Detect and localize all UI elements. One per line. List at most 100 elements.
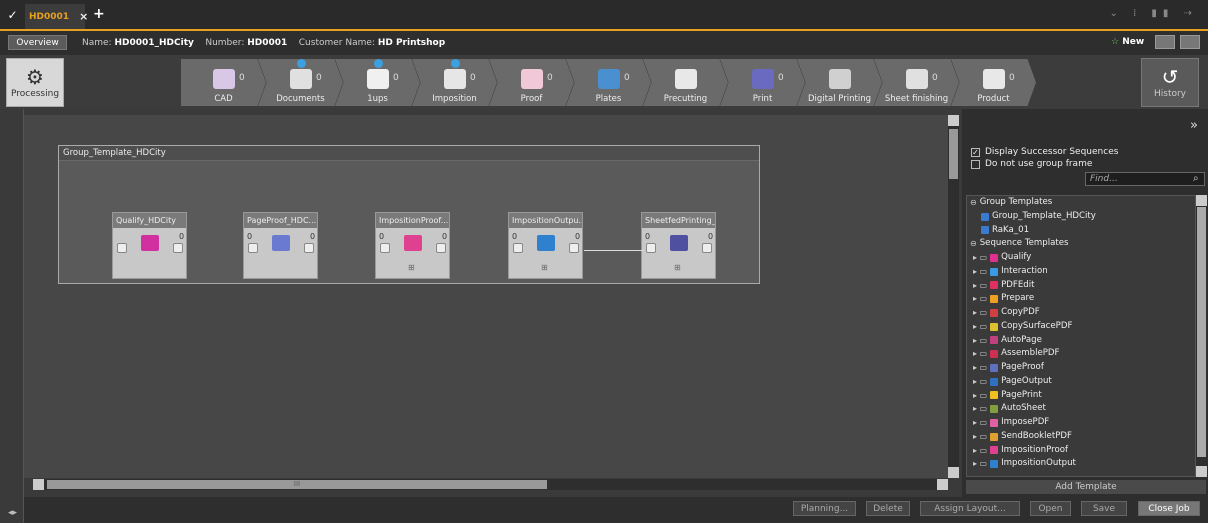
scroll-thumb[interactable] [949,129,958,179]
sequence-node[interactable]: Qualify_HDCity 0 [112,212,187,279]
input-port-icon[interactable] [248,243,258,253]
tree-item-seq[interactable]: ▸ ▭ ImpositionProof [967,444,1195,458]
planning-button[interactable]: Planning... [793,501,856,516]
save-button[interactable]: Save [1081,501,1127,516]
step-10[interactable]: 0 Sheet finishing [874,59,959,106]
output-port-icon[interactable] [304,243,314,253]
template-tree[interactable]: ⊖ Group Templates Group_Template_HDCity RaK… [966,195,1196,477]
close-job-button[interactable]: Close Job [1138,501,1200,516]
output-port-icon[interactable] [173,243,183,253]
sequence-node[interactable]: ImpositionProof... 0 0 ⊞ [375,212,450,279]
sequence-node[interactable]: PageProof_HDC... 0 0 [243,212,318,279]
search-icon[interactable]: ⌕ [1193,173,1199,184]
expand-folder-icon[interactable]: ▸ ▭ [973,306,987,320]
expand-folder-icon[interactable]: ▸ ▭ [973,402,987,416]
canvas-horizontal-scrollbar[interactable]: III [33,479,948,490]
tree-item-seq[interactable]: ▸ ▭ SendBookletPDF [967,430,1195,444]
step-1[interactable]: 0 CAD [181,59,266,106]
window-controls[interactable]: ⌄ ⁞ ▮▮ ⇢ [1110,8,1198,19]
tree-item-seq[interactable]: ▸ ▭ Prepare [967,292,1195,306]
sequence-node[interactable]: SheetfedPrinting_H... 0 0 ⊞ [641,212,716,279]
forward-button[interactable] [1155,35,1175,49]
expand-folder-icon[interactable]: ▸ ▭ [973,347,987,361]
expand-folder-icon[interactable]: ▸ ▭ [973,292,987,306]
expand-folder-icon[interactable]: ▸ ▭ [973,320,987,334]
step-8[interactable]: 0 Print [720,59,805,106]
tree-item-seq[interactable]: ▸ ▭ AutoSheet [967,402,1195,416]
find-input[interactable]: Find... [1085,172,1205,186]
expand-folder-icon[interactable]: ▸ ▭ [973,334,987,348]
tree-scrollbar[interactable] [1196,195,1207,477]
scroll-thumb[interactable]: III [47,480,547,489]
step-7[interactable]: Precutting [643,59,728,106]
collapse-panel-icon[interactable]: » [1190,118,1198,133]
scroll-right-button[interactable] [937,479,948,490]
step-3[interactable]: 0 1ups [335,59,420,106]
scroll-up-button[interactable] [1196,195,1207,206]
stop-button[interactable] [1180,35,1200,49]
tree-item-seq[interactable]: ▸ ▭ Interaction [967,265,1195,279]
expand-folder-icon[interactable]: ▸ ▭ [973,389,987,403]
expand-icon[interactable]: ◂▸ [8,508,17,518]
scroll-up-button[interactable] [948,115,959,126]
tree-item-seq[interactable]: ▸ ▭ CopyPDF [967,306,1195,320]
app-logo-icon[interactable]: ✓ [0,0,25,29]
scroll-down-button[interactable] [948,467,959,478]
expand-folder-icon[interactable]: ▸ ▭ [973,361,987,375]
input-port-icon[interactable] [117,243,127,253]
output-port-icon[interactable] [436,243,446,253]
output-port-icon[interactable] [702,243,712,253]
sequence-node[interactable]: ImpositionOutpu... 0 0 ⊞ [508,212,583,279]
expand-folder-icon[interactable]: ▸ ▭ [973,430,987,444]
tree-item-seq[interactable]: ▸ ▭ PDFEdit [967,279,1195,293]
collapse-icon[interactable]: ⊖ [970,196,977,210]
delete-button[interactable]: Delete [866,501,910,516]
tab-job[interactable]: HD0001 × [25,4,88,29]
expand-folder-icon[interactable]: ▸ ▭ [973,416,987,430]
tree-item-header[interactable]: ⊖ Sequence Templates [967,237,1195,251]
expand-folder-icon[interactable]: ▸ ▭ [973,457,987,471]
tree-item-group[interactable]: RaKa_01 [967,224,1195,238]
tree-item-seq[interactable]: ▸ ▭ AutoPage [967,334,1195,348]
collapse-icon[interactable]: ⊖ [970,237,977,251]
canvas-vertical-scrollbar[interactable] [948,115,959,478]
assign-layout-button[interactable]: Assign Layout... [920,501,1020,516]
new-button[interactable]: ☆ New [1111,37,1144,47]
step-11[interactable]: 0 Product [951,59,1036,106]
step-9[interactable]: Digital Printing [797,59,882,106]
scroll-down-button[interactable] [1196,466,1207,477]
tree-item-seq[interactable]: ▸ ▭ CopySurfacePDF [967,320,1195,334]
tree-item-seq[interactable]: ▸ ▭ AssemblePDF [967,347,1195,361]
scroll-left-button[interactable] [33,479,44,490]
tree-item-header[interactable]: ⊖ Group Templates [967,196,1195,210]
input-port-icon[interactable] [513,243,523,253]
tree-item-seq[interactable]: ▸ ▭ Qualify [967,251,1195,265]
tree-item-group[interactable]: Group_Template_HDCity [967,210,1195,224]
add-template-button[interactable]: Add Template [966,480,1206,494]
history-button[interactable]: ↺ History [1141,58,1199,107]
tree-item-seq[interactable]: ▸ ▭ PageOutput [967,375,1195,389]
expand-folder-icon[interactable]: ▸ ▭ [973,375,987,389]
expand-folder-icon[interactable]: ▸ ▭ [973,251,987,265]
expand-folder-icon[interactable]: ▸ ▭ [973,279,987,293]
input-port-icon[interactable] [380,243,390,253]
add-tab-button[interactable]: + [93,6,105,22]
expand-folder-icon[interactable]: ▸ ▭ [973,444,987,458]
close-tab-icon[interactable]: × [79,10,88,23]
input-port-icon[interactable] [646,243,656,253]
output-port-icon[interactable] [569,243,579,253]
step-5[interactable]: 0 Proof [489,59,574,106]
expand-folder-icon[interactable]: ▸ ▭ [973,265,987,279]
overview-button[interactable]: Overview [8,35,67,50]
tree-item-seq[interactable]: ▸ ▭ ImpositionOutput [967,457,1195,471]
tree-item-seq[interactable]: ▸ ▭ PagePrint [967,389,1195,403]
no-group-frame-checkbox[interactable]: Do not use group frame [971,159,1092,169]
step-6[interactable]: 0 Plates [566,59,651,106]
processing-button[interactable]: ⚙ Processing [6,58,64,107]
tree-item-seq[interactable]: ▸ ▭ ImposePDF [967,416,1195,430]
tree-item-seq[interactable]: ▸ ▭ PageProof [967,361,1195,375]
step-4[interactable]: 0 Imposition [412,59,497,106]
open-button[interactable]: Open [1030,501,1071,516]
display-successor-checkbox[interactable]: ✓ Display Successor Sequences [971,147,1118,157]
step-2[interactable]: 0 Documents [258,59,343,106]
